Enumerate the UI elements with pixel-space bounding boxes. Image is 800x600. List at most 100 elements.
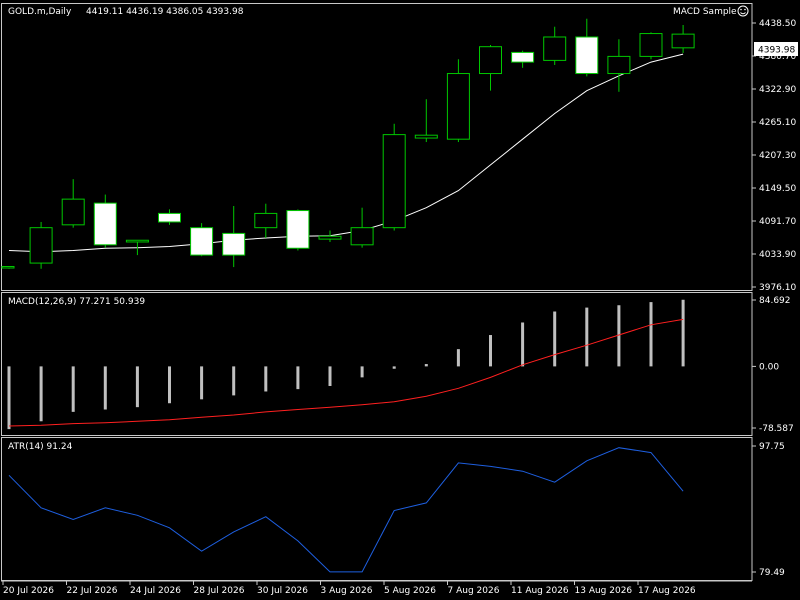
candle-body — [479, 46, 502, 75]
price-pane-frame — [1, 3, 753, 291]
candle-body — [190, 227, 214, 256]
axis-tick-label: 4207.30 — [759, 151, 796, 161]
axis-tick-label: 3976.10 — [759, 283, 796, 293]
candle[interactable] — [254, 203, 278, 238]
macd-histogram-bar — [553, 311, 557, 367]
time-tick-label: 5 Aug 2026 — [384, 586, 436, 596]
time-tick-label: 20 Jul 2026 — [3, 586, 54, 596]
candle[interactable] — [318, 230, 342, 242]
candle[interactable] — [543, 26, 567, 65]
current-price-label: 4393.98 — [754, 42, 798, 56]
axis-tick-label: 4033.90 — [759, 250, 796, 260]
candle-body — [446, 73, 470, 140]
macd-histogram-bar — [649, 302, 653, 367]
macd-pane-frame — [1, 292, 753, 436]
time-tick-label: 7 Aug 2026 — [448, 586, 500, 596]
candle[interactable] — [639, 32, 663, 60]
candle-body — [350, 227, 374, 246]
time-axis: 20 Jul 2026 22 Jul 2026 24 Jul 2026 28 Jul … — [2, 581, 696, 596]
svg-text:4393.98: 4393.98 — [758, 46, 795, 56]
candle[interactable] — [671, 24, 695, 53]
macd-pane[interactable]: 84.692 0.00 -78.587 MACD(12,26,9) 77.271 5… — [7, 296, 794, 434]
candle[interactable] — [382, 123, 406, 231]
axis-tick-label: 84.692 — [759, 296, 791, 306]
candle-body — [286, 210, 310, 249]
candle[interactable] — [479, 44, 502, 91]
time-tick-label: 13 Aug 2026 — [575, 586, 633, 596]
price-pane[interactable]: 4438.504380.704322.904265.104207.304149.… — [1, 5, 798, 293]
macd-histogram-bar — [456, 349, 460, 367]
time-tick-label: 11 Aug 2026 — [511, 586, 569, 596]
candle-body — [671, 33, 695, 49]
time-tick-label: 24 Jul 2026 — [130, 586, 181, 596]
macd-axis: 84.692 0.00 -78.587 — [752, 296, 794, 434]
macd-histogram-bar — [392, 366, 396, 369]
candle[interactable] — [158, 209, 181, 225]
candle-body — [254, 212, 278, 229]
candle-body — [639, 33, 663, 57]
macd-histogram-bar — [71, 366, 75, 412]
axis-tick-label: 4149.50 — [759, 184, 796, 194]
smiley-face-icon[interactable] — [737, 5, 749, 17]
atr-label: ATR(14) 91.24 — [8, 442, 73, 452]
candles[interactable] — [1, 18, 695, 269]
expert-name[interactable]: MACD Sample — [673, 7, 737, 17]
axis-tick-label: 79.49 — [759, 568, 785, 578]
macd-signal-line — [8, 318, 684, 427]
candle-body — [61, 198, 85, 226]
ohlc-readout: 4419.11 4436.19 4386.05 4393.98 — [86, 7, 244, 17]
macd-histogram-bar — [360, 366, 364, 378]
candle[interactable] — [190, 223, 214, 257]
atr-axis: 97.75 79.49 — [752, 442, 785, 578]
candle-body — [511, 51, 535, 63]
candle-body — [29, 227, 53, 264]
macd-histogram-bar — [489, 335, 492, 367]
macd-histogram-bar — [521, 322, 525, 367]
axis-tick-label: 4091.70 — [759, 217, 796, 227]
candle-body — [125, 239, 149, 243]
time-tick-label: 17 Aug 2026 — [638, 586, 696, 596]
candle[interactable] — [61, 179, 85, 228]
candle-body — [1, 266, 15, 269]
candle[interactable] — [1, 266, 15, 269]
price-axis: 4438.504380.704322.904265.104207.304149.… — [752, 19, 796, 293]
candle[interactable] — [446, 59, 470, 143]
time-tick-label: 22 Jul 2026 — [67, 586, 118, 596]
candle-body — [318, 235, 342, 240]
axis-tick-label: -78.587 — [759, 424, 794, 434]
candle[interactable] — [29, 221, 53, 269]
symbol-info: GOLD.m,Daily — [8, 7, 72, 17]
macd-signal-line-path — [8, 318, 684, 427]
candle-body — [607, 55, 631, 75]
time-tick-label: 3 Aug 2026 — [321, 586, 373, 596]
macd-histogram-bar — [296, 366, 300, 390]
atr-pane[interactable]: 97.75 79.49 ATR(14) 91.24 — [8, 442, 785, 578]
macd-histogram-bar — [264, 366, 268, 392]
candle[interactable] — [350, 207, 374, 248]
macd-histogram-bar — [424, 364, 428, 367]
candle[interactable] — [414, 99, 438, 143]
atr-line-path — [8, 447, 684, 573]
pane-frames — [1, 3, 753, 582]
candle[interactable] — [607, 39, 631, 92]
macd-histogram-bar — [200, 366, 204, 400]
candle-body — [222, 232, 246, 256]
macd-histogram-bar — [7, 366, 11, 430]
trading-chart[interactable]: 4438.504380.704322.904265.104207.304149.… — [0, 0, 800, 600]
macd-histogram-bar — [103, 366, 107, 410]
atr-pane-frame — [1, 437, 753, 581]
candle[interactable] — [286, 209, 310, 251]
macd-histogram-bar — [39, 366, 43, 422]
macd-label: MACD(12,26,9) 77.271 50.939 — [8, 297, 145, 307]
candle[interactable] — [511, 50, 535, 68]
macd-histogram-bar — [585, 307, 589, 367]
candle-body — [158, 212, 181, 223]
macd-histogram — [7, 299, 685, 430]
candle[interactable] — [575, 18, 599, 77]
candle-body — [575, 36, 599, 75]
candle[interactable] — [222, 205, 246, 268]
candle-body — [93, 202, 117, 246]
atr-line — [8, 447, 684, 573]
candle[interactable] — [93, 194, 117, 248]
axis-tick-label: 4265.10 — [759, 118, 796, 128]
